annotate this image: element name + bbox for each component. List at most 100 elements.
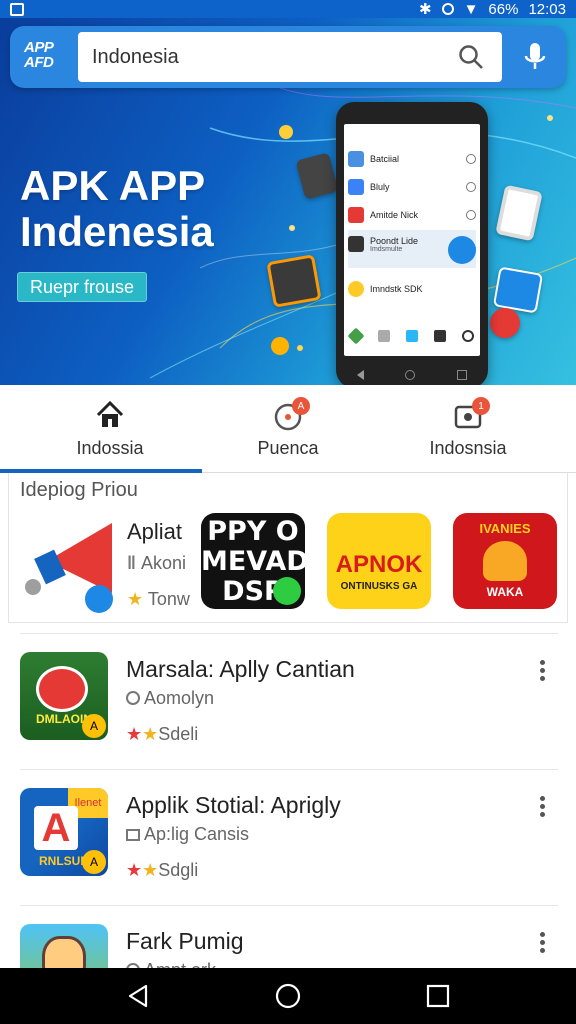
camera-icon bbox=[434, 330, 446, 342]
phone-row-label: Amitde Nick bbox=[370, 210, 419, 220]
recents-icon bbox=[457, 370, 468, 380]
star-icon: ★ bbox=[126, 860, 143, 880]
sim-icon bbox=[10, 2, 24, 16]
wifi-icon: ▼ bbox=[463, 0, 479, 18]
tab-badge: 1 bbox=[472, 397, 490, 415]
battery-level: 66% bbox=[488, 0, 519, 18]
bluetooth-icon: ✱ bbox=[418, 1, 432, 18]
hero-title: APK APP Indenesia bbox=[20, 163, 214, 255]
status-right: ✱ ▼ 66% 12:03 bbox=[418, 0, 566, 19]
icon-badge: A bbox=[82, 850, 106, 874]
fruit-illustration bbox=[490, 308, 520, 338]
logo-mark: A bbox=[34, 806, 78, 850]
phone-row-label: Poondt Lide bbox=[370, 236, 419, 246]
rating-label: Sdgli bbox=[158, 860, 199, 880]
tab-label: Indosnsia bbox=[429, 438, 507, 458]
app-icon bbox=[348, 179, 364, 195]
tile-subtitle: ONTINUSKS GA bbox=[340, 581, 418, 592]
developer-icon: ‖ bbox=[127, 553, 141, 573]
more-options-icon[interactable] bbox=[538, 932, 546, 956]
list-item[interactable]: DMLAOIN A Marsala: Aplly Cantian Aomolyn… bbox=[20, 633, 558, 769]
grid-icon bbox=[378, 330, 390, 342]
featured-tile[interactable]: PPY O MEVAD DSP bbox=[201, 513, 305, 609]
subtitle-label: Ap:lig Cansis bbox=[144, 824, 250, 844]
recents-icon[interactable] bbox=[424, 982, 452, 1010]
phone-row: Bluly bbox=[348, 174, 476, 200]
tile-title: IVANIES bbox=[479, 521, 531, 536]
home-icon bbox=[405, 370, 416, 380]
app-logo[interactable]: APP AFD bbox=[24, 40, 72, 74]
list-item-title: Applik Stotial: Aprigly bbox=[126, 792, 341, 818]
badge-icon bbox=[273, 577, 301, 605]
more-options-icon[interactable] bbox=[538, 660, 546, 684]
status-bar: ✱ ▼ 66% 12:03 bbox=[0, 0, 576, 18]
tab-home[interactable]: Indossia bbox=[14, 385, 206, 473]
phone-row-label: Bluly bbox=[370, 182, 390, 192]
eagle-icon bbox=[483, 541, 527, 581]
tab-updates[interactable]: 1 Indosnsia bbox=[372, 385, 564, 473]
tab-badge: A bbox=[292, 397, 310, 415]
logo-mark bbox=[36, 666, 88, 712]
app-icon: DMLAOIN A bbox=[20, 652, 108, 740]
featured-tile[interactable]: APNOK ONTINUSKS GA bbox=[327, 513, 431, 609]
icon-badge: A bbox=[82, 714, 106, 738]
back-icon bbox=[356, 370, 364, 380]
featured-app-name[interactable]: Apliat bbox=[127, 519, 182, 545]
phone-row: Poondt Lide Imdsmulte bbox=[348, 230, 476, 268]
phone-row-sub: Imdsmulte bbox=[370, 246, 403, 253]
phone-dock bbox=[347, 327, 474, 345]
card-illustration bbox=[492, 266, 544, 314]
hero-browse-button[interactable]: Ruepr frouse bbox=[17, 272, 147, 302]
star-icon: ★ bbox=[142, 860, 159, 880]
phone-row: Batciial bbox=[348, 146, 476, 172]
search-icon bbox=[462, 330, 474, 342]
star-icon: ★ bbox=[142, 724, 159, 744]
list-item[interactable]: Ilenet A RNLSUN A Applik Stotial: Aprigl… bbox=[20, 769, 558, 905]
developer-label: Akoni bbox=[140, 553, 186, 573]
rating-label: Sdeli bbox=[158, 724, 199, 744]
featured-section: Idepiog Priou Apliat ‖ Akoni ★ Tonw PPY … bbox=[8, 473, 568, 623]
category-tabs: Indossia A Puenca 1 Indosnsia bbox=[0, 385, 576, 473]
mic-icon[interactable] bbox=[520, 41, 550, 73]
app-icon bbox=[348, 236, 364, 252]
app-store-screen: ✱ ▼ 66% 12:03 APP AFD Indonesia APK APP … bbox=[0, 0, 576, 1024]
list-item-title: Fark Pumig bbox=[126, 928, 244, 954]
phone-nav bbox=[336, 370, 488, 380]
book-icon bbox=[126, 829, 140, 841]
back-icon[interactable] bbox=[124, 982, 152, 1010]
featured-app-rating: ★ Tonw bbox=[127, 589, 190, 610]
star-icon: ★ bbox=[126, 724, 143, 744]
search-icon[interactable] bbox=[458, 44, 484, 70]
list-item-title: Marsala: Aplly Cantian bbox=[126, 656, 355, 682]
more-options-icon[interactable] bbox=[538, 796, 546, 820]
featured-tile[interactable]: IVANIES WAKA bbox=[453, 513, 557, 609]
megaphone-icon[interactable] bbox=[17, 513, 117, 613]
phone-row: Amitde Nick bbox=[348, 202, 476, 228]
tab-popular[interactable]: A Puenca bbox=[192, 385, 384, 473]
app-icon bbox=[348, 207, 364, 223]
diamond-icon bbox=[347, 327, 365, 345]
phone-row-label: Imndstk SDK bbox=[370, 284, 423, 294]
list-item-rating: ★★Sdgli bbox=[126, 860, 198, 881]
hero-title-line-2: Indenesia bbox=[20, 208, 214, 255]
search-bar: APP AFD bbox=[10, 26, 566, 88]
list-item-subtitle: Aomolyn bbox=[126, 688, 214, 709]
home-icon bbox=[96, 400, 124, 427]
app-icon bbox=[348, 281, 364, 297]
search-input[interactable] bbox=[78, 32, 502, 82]
tab-label: Puenca bbox=[257, 438, 319, 458]
phone-screen: Batciial Bluly Amitde Nick Poondt Lide I… bbox=[344, 124, 480, 356]
phone-row: Imndstk SDK bbox=[348, 276, 476, 302]
chat-icon bbox=[448, 236, 476, 264]
tile-title: APNOK bbox=[335, 551, 423, 578]
app-icon bbox=[348, 151, 364, 167]
slot-machine-illustration bbox=[266, 254, 322, 308]
hero-banner[interactable]: APP AFD APK APP Indenesia Ruepr frouse bbox=[0, 18, 576, 385]
radio-icon bbox=[466, 182, 476, 192]
clock: 12:03 bbox=[528, 0, 566, 18]
home-icon[interactable] bbox=[274, 982, 302, 1010]
phone-row-text: Poondt Lide Imdsmulte bbox=[370, 236, 418, 253]
list-item-subtitle: Ap:lig Cansis bbox=[126, 824, 249, 845]
phone-row-label: Batciial bbox=[370, 154, 400, 164]
hero-title-line-1: APK APP bbox=[20, 162, 206, 209]
